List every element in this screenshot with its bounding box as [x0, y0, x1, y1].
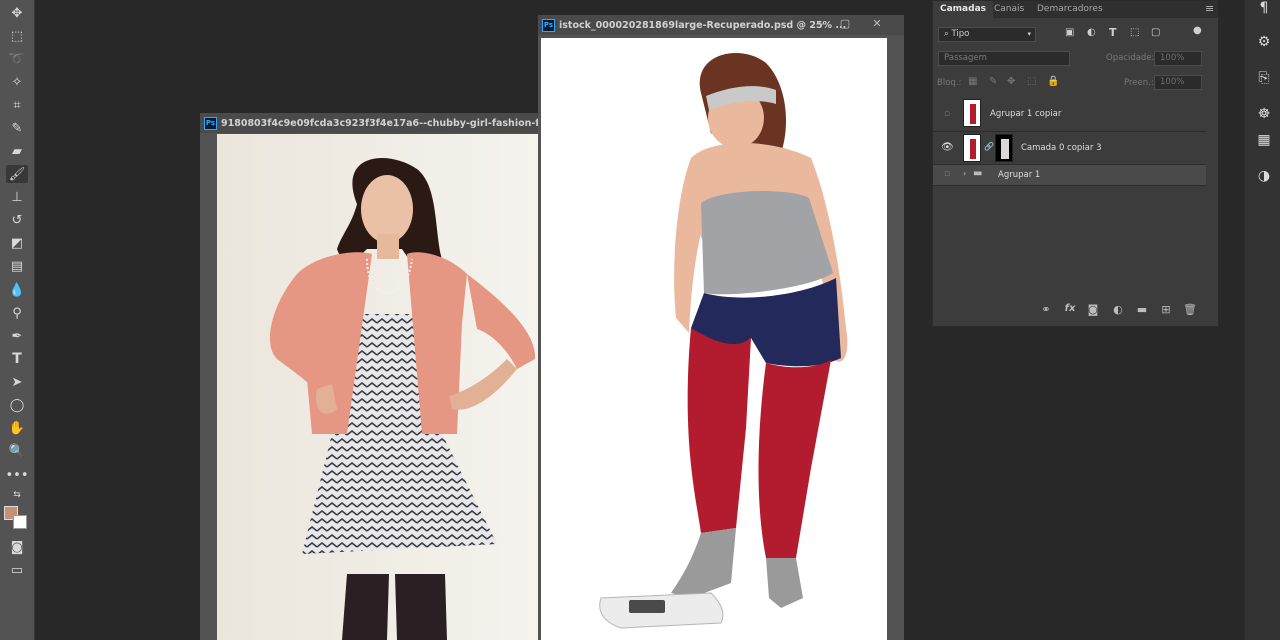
document-1-canvas[interactable]: [217, 134, 538, 640]
lasso-tool-icon[interactable]: ➰: [6, 50, 28, 68]
eyedropper-tool-icon[interactable]: ✎: [6, 119, 28, 137]
opacity-field[interactable]: 100%: [1154, 51, 1202, 66]
filter-type-icon[interactable]: T: [1109, 26, 1117, 39]
visibility-toggle-off[interactable]: ▫: [944, 169, 950, 179]
zoom-tool-icon[interactable]: 🔍: [6, 442, 28, 460]
layer-name[interactable]: Agrupar 1 copiar: [990, 109, 1061, 119]
lock-paint-icon[interactable]: ✎: [989, 76, 997, 87]
layers-panel: Camadas Canais Demarcadores ≡ ⌕ Tipo ▾ ▣…: [932, 0, 1219, 327]
layer-name[interactable]: Agrupar 1: [998, 170, 1040, 180]
move-tool-icon[interactable]: ✥: [6, 4, 28, 22]
close-icon[interactable]: ✕: [870, 17, 884, 30]
adjustment-layer-icon[interactable]: ◐: [1111, 303, 1125, 316]
document-1-title: 9180803f4c9e09fcda3c923f3f4e17a6--chubby…: [221, 117, 538, 129]
layer-name[interactable]: Camada 0 copiar 3: [1021, 143, 1102, 153]
clone-stamp-tool-icon[interactable]: ⊥: [6, 188, 28, 206]
blur-tool-icon[interactable]: 💧: [6, 281, 28, 299]
pen-tool-icon[interactable]: ✒: [6, 327, 28, 345]
document-window-1: Ps 9180803f4c9e09fcda3c923f3f4e17a6--chu…: [200, 113, 538, 640]
add-mask-icon[interactable]: ◙: [1086, 303, 1100, 316]
tab-canais[interactable]: Canais: [987, 1, 1031, 18]
opacity-label: Opacidade:: [1106, 53, 1155, 63]
photoshop-file-icon: Ps: [204, 116, 217, 130]
panel-menu-icon[interactable]: ≡: [1205, 2, 1214, 15]
layer-style-icon[interactable]: fx: [1063, 303, 1077, 314]
paragraph-icon[interactable]: ¶: [1255, 0, 1273, 16]
document-window-2: Ps istock_000020281869large-Recuperado.p…: [538, 15, 904, 640]
document-1-titlebar[interactable]: Ps 9180803f4c9e09fcda3c923f3f4e17a6--chu…: [200, 113, 538, 133]
chevron-right-icon[interactable]: ›: [963, 169, 966, 178]
fill-field[interactable]: 100%: [1154, 75, 1202, 90]
properties-icon[interactable]: ⎘: [1255, 70, 1273, 86]
healing-brush-tool-icon[interactable]: ▰: [6, 142, 28, 160]
new-group-icon[interactable]: ▬: [1135, 303, 1149, 316]
screen-mode-icon[interactable]: ▭: [6, 561, 28, 579]
background-color-swatch[interactable]: [13, 515, 27, 529]
quick-mask-icon[interactable]: ◙: [6, 538, 28, 556]
filter-kind-select[interactable]: ⌕ Tipo ▾: [938, 27, 1036, 42]
layer-thumbnail: [963, 99, 981, 127]
document-2-title: istock_000020281869large-Recuperado.psd …: [559, 19, 847, 31]
dodge-tool-icon[interactable]: ⚲: [6, 304, 28, 322]
tab-demarcadores[interactable]: Demarcadores: [1030, 1, 1110, 18]
brush-tool-icon[interactable]: 🖌: [6, 165, 28, 183]
document-2-titlebar[interactable]: Ps istock_000020281869large-Recuperado.p…: [538, 15, 904, 35]
filter-adjustment-icon[interactable]: ◐: [1087, 27, 1096, 38]
swap-colors-icon[interactable]: ⇆: [6, 486, 28, 504]
right-panel-dock: ¶ ⚙ ⎘ ☸ ▦ ◑: [1244, 0, 1280, 640]
new-layer-icon[interactable]: ⊞: [1159, 303, 1173, 316]
libraries-icon[interactable]: ⚙: [1255, 34, 1273, 50]
filter-toggle-icon[interactable]: ●: [1193, 25, 1202, 36]
eraser-tool-icon[interactable]: ◩: [6, 234, 28, 252]
mask-link-icon[interactable]: 🔗: [984, 142, 994, 151]
gradient-tool-icon[interactable]: ▤: [6, 257, 28, 275]
document-2-canvas[interactable]: [541, 38, 887, 640]
path-selection-tool-icon[interactable]: ➤: [6, 373, 28, 391]
lock-position-icon[interactable]: ✥: [1007, 76, 1015, 87]
chevron-down-icon: ▾: [1027, 30, 1031, 38]
brushes-icon[interactable]: ☸: [1255, 106, 1273, 122]
history-brush-tool-icon[interactable]: ↺: [6, 211, 28, 229]
lock-label: Bloq.:: [937, 78, 962, 88]
maximize-icon[interactable]: ▢: [838, 17, 852, 30]
fill-label: Preen.:: [1124, 78, 1154, 88]
visibility-toggle-off[interactable]: ▫: [944, 109, 950, 119]
link-layers-icon[interactable]: ⚭: [1039, 303, 1053, 316]
photoshop-file-icon: Ps: [542, 18, 555, 32]
layer-row-agrupar-1-copiar[interactable]: ▫ Agrupar 1 copiar: [933, 96, 1206, 132]
filter-smart-object-icon[interactable]: ▢: [1151, 27, 1160, 38]
lock-transparency-icon[interactable]: ▦: [968, 76, 977, 87]
delete-layer-icon[interactable]: 🗑: [1183, 303, 1197, 316]
woman-in-cardigan-photo: [217, 134, 538, 640]
filter-pixel-icon[interactable]: ▣: [1065, 27, 1074, 38]
ellipse-tool-icon[interactable]: ◯: [6, 396, 28, 414]
adjustments-icon[interactable]: ◑: [1255, 168, 1273, 184]
crop-tool-icon[interactable]: ⌗: [6, 96, 28, 114]
magic-wand-tool-icon[interactable]: ✧: [6, 73, 28, 91]
minimize-icon[interactable]: —: [814, 17, 828, 30]
type-tool-icon[interactable]: T: [6, 350, 28, 368]
more-tools-icon[interactable]: •••: [6, 466, 29, 484]
swatches-icon[interactable]: ▦: [1255, 132, 1273, 148]
hand-tool-icon[interactable]: ✋: [6, 419, 28, 437]
layer-row-agrupar-1[interactable]: ▫ › ▬ Agrupar 1: [933, 165, 1206, 186]
filter-shape-icon[interactable]: ⬚: [1130, 27, 1139, 38]
woman-on-scale-photo: [599, 53, 848, 629]
layer-row-camada-0-copiar-3[interactable]: 👁 🔗 Camada 0 copiar 3: [933, 132, 1206, 165]
lock-all-icon[interactable]: 🔒: [1047, 76, 1059, 87]
marquee-tool-icon[interactable]: ⬚: [6, 27, 28, 45]
lock-artboard-icon[interactable]: ⬚: [1027, 76, 1036, 87]
layer-thumbnail: [963, 134, 981, 162]
eye-icon[interactable]: 👁: [941, 142, 954, 153]
folder-icon: ▬: [973, 168, 983, 179]
layer-mask-thumbnail[interactable]: [995, 134, 1013, 162]
tools-panel: ✥ ⬚ ➰ ✧ ⌗ ✎ ▰ 🖌 ⊥ ↺ ◩ ▤ 💧 ⚲ ✒ T ➤ ◯ ✋ 🔍 …: [0, 0, 35, 640]
tab-camadas[interactable]: Camadas: [933, 1, 994, 18]
blend-mode-select[interactable]: Passagem: [938, 51, 1070, 66]
